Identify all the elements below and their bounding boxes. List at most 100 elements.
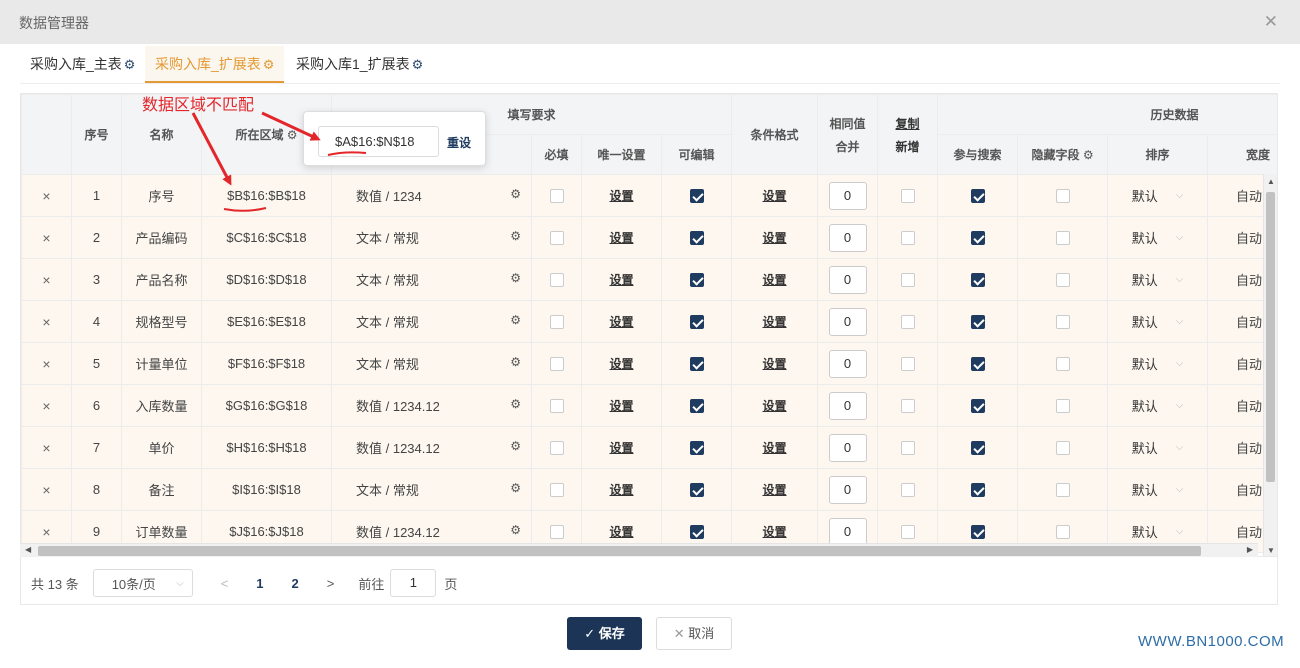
sort-select[interactable]: 默认 ⌵: [1132, 270, 1184, 289]
copy-new-checkbox[interactable]: [900, 441, 915, 456]
sort-select[interactable]: 默认 ⌵: [1132, 522, 1184, 541]
copy-new-checkbox[interactable]: [900, 315, 915, 330]
prev-page-icon[interactable]: <: [221, 576, 229, 591]
copy-new-checkbox[interactable]: [900, 483, 915, 498]
gear-icon[interactable]: ⚙: [510, 397, 521, 411]
copy-new-checkbox[interactable]: [900, 399, 915, 414]
scroll-down-icon[interactable]: ▼: [1267, 546, 1275, 555]
join-search-checkbox[interactable]: [970, 273, 985, 288]
hidden-field-checkbox[interactable]: [1055, 231, 1070, 246]
conditional-format-link[interactable]: 设置: [763, 483, 787, 497]
delete-icon[interactable]: ×: [42, 524, 50, 540]
conditional-format-link[interactable]: 设置: [763, 525, 787, 539]
row-delete-button[interactable]: ×: [21, 216, 72, 259]
join-search-checkbox[interactable]: [970, 525, 985, 540]
gear-icon[interactable]: ⚙: [510, 355, 521, 369]
conditional-format-link[interactable]: 设置: [763, 357, 787, 371]
gear-icon[interactable]: ⚙: [510, 271, 521, 285]
required-checkbox[interactable]: [549, 525, 564, 540]
scroll-right-icon[interactable]: ▶: [1247, 545, 1253, 554]
tab-extension-table[interactable]: 采购入库_扩展表 ⚙: [145, 46, 285, 83]
cell-range[interactable]: $B$16:$B$18: [201, 174, 332, 217]
editable-checkbox[interactable]: [689, 357, 704, 372]
unique-settings-link[interactable]: 设置: [609, 483, 633, 497]
copy-new-checkbox[interactable]: [900, 525, 915, 540]
merge-same-input[interactable]: 0: [828, 181, 867, 210]
merge-same-input[interactable]: 0: [828, 475, 867, 504]
copy-new-checkbox[interactable]: [900, 189, 915, 204]
editable-checkbox[interactable]: [689, 483, 704, 498]
gear-icon[interactable]: ⚙: [263, 57, 275, 72]
editable-checkbox[interactable]: [689, 189, 704, 204]
horizontal-scrollbar[interactable]: ◀ ▶: [20, 543, 1258, 557]
delete-icon[interactable]: ×: [42, 314, 50, 330]
hidden-field-checkbox[interactable]: [1055, 483, 1070, 498]
delete-icon[interactable]: ×: [42, 356, 50, 372]
editable-checkbox[interactable]: [689, 231, 704, 246]
join-search-checkbox[interactable]: [970, 441, 985, 456]
editable-checkbox[interactable]: [689, 273, 704, 288]
gear-icon[interactable]: ⚙: [510, 439, 521, 453]
required-checkbox[interactable]: [549, 483, 564, 498]
join-search-checkbox[interactable]: [970, 399, 985, 414]
gear-icon[interactable]: ⚙: [1083, 148, 1094, 162]
row-delete-button[interactable]: ×: [21, 342, 72, 385]
join-search-checkbox[interactable]: [970, 357, 985, 372]
editable-checkbox[interactable]: [689, 315, 704, 330]
scroll-up-icon[interactable]: ▲: [1267, 177, 1275, 186]
col-header-copy-new[interactable]: 复制 新增: [877, 94, 939, 175]
cell-range[interactable]: $H$16:$H$18: [201, 426, 332, 469]
save-button[interactable]: ✓ 保存: [567, 617, 642, 650]
row-delete-button[interactable]: ×: [21, 174, 72, 217]
reset-button[interactable]: 重设: [447, 134, 471, 151]
sort-select[interactable]: 默认 ⌵: [1132, 438, 1184, 457]
sort-select[interactable]: 默认 ⌵: [1132, 396, 1184, 415]
gear-icon[interactable]: ⚙: [510, 229, 521, 243]
sort-select[interactable]: 默认 ⌵: [1132, 354, 1184, 373]
hidden-field-checkbox[interactable]: [1055, 441, 1070, 456]
gear-icon[interactable]: ⚙: [510, 481, 521, 495]
delete-icon[interactable]: ×: [42, 482, 50, 498]
row-delete-button[interactable]: ×: [21, 300, 72, 343]
vertical-scroll-thumb[interactable]: [1266, 192, 1275, 482]
vertical-scrollbar[interactable]: ▲ ▼: [1263, 174, 1277, 556]
unique-settings-link[interactable]: 设置: [609, 525, 633, 539]
page-size-select[interactable]: 10条/页 ⌵: [92, 569, 193, 597]
conditional-format-link[interactable]: 设置: [763, 399, 787, 413]
conditional-format-link[interactable]: 设置: [763, 315, 787, 329]
join-search-checkbox[interactable]: [970, 189, 985, 204]
copy-new-checkbox[interactable]: [900, 231, 915, 246]
range-input[interactable]: $A$16:$N$18: [318, 126, 439, 157]
editable-checkbox[interactable]: [689, 399, 704, 414]
unique-settings-link[interactable]: 设置: [609, 357, 633, 371]
row-delete-button[interactable]: ×: [21, 426, 72, 469]
required-checkbox[interactable]: [549, 231, 564, 246]
merge-same-input[interactable]: 0: [828, 307, 867, 336]
cell-range[interactable]: $G$16:$G$18: [201, 384, 332, 427]
unique-settings-link[interactable]: 设置: [609, 399, 633, 413]
unique-settings-link[interactable]: 设置: [609, 315, 633, 329]
editable-checkbox[interactable]: [689, 525, 704, 540]
merge-same-input[interactable]: 0: [828, 223, 867, 252]
cell-range[interactable]: $F$16:$F$18: [201, 342, 332, 385]
copy-new-checkbox[interactable]: [900, 357, 915, 372]
sort-select[interactable]: 默认 ⌵: [1132, 312, 1184, 331]
conditional-format-link[interactable]: 设置: [763, 189, 787, 203]
conditional-format-link[interactable]: 设置: [763, 273, 787, 287]
gear-icon[interactable]: ⚙: [510, 313, 521, 327]
unique-settings-link[interactable]: 设置: [609, 231, 633, 245]
gear-icon[interactable]: ⚙: [510, 523, 521, 537]
join-search-checkbox[interactable]: [970, 483, 985, 498]
gear-icon[interactable]: ⚙: [124, 57, 136, 72]
row-delete-button[interactable]: ×: [21, 468, 72, 511]
hidden-field-checkbox[interactable]: [1055, 357, 1070, 372]
page-1-button[interactable]: 1: [256, 576, 263, 591]
tab-main-table[interactable]: 采购入库_主表 ⚙: [20, 46, 145, 83]
delete-icon[interactable]: ×: [42, 440, 50, 456]
merge-same-input[interactable]: 0: [828, 517, 867, 546]
tab-extension-table-1[interactable]: 采购入库1_扩展表 ⚙: [286, 46, 433, 83]
close-icon[interactable]: ✕: [1264, 13, 1278, 30]
editable-checkbox[interactable]: [689, 441, 704, 456]
cell-range[interactable]: $I$16:$I$18: [201, 468, 332, 511]
sort-select[interactable]: 默认 ⌵: [1132, 228, 1184, 247]
